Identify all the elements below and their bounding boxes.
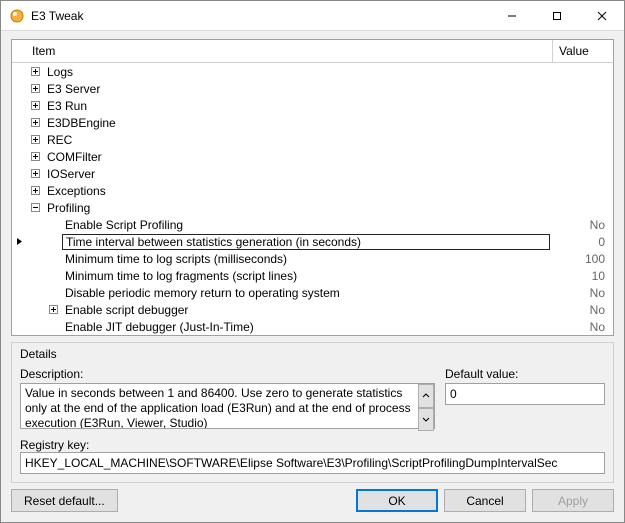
tree-header: Item Value bbox=[12, 40, 613, 63]
tree-item-value: 0 bbox=[553, 235, 613, 249]
expander-spacer bbox=[48, 219, 59, 230]
expand-icon[interactable] bbox=[30, 117, 41, 128]
expand-icon[interactable] bbox=[30, 168, 41, 179]
tree-item-label: Disable periodic memory return to operat… bbox=[63, 286, 553, 300]
tree-item-value: No bbox=[553, 286, 613, 300]
default-value-field[interactable] bbox=[445, 383, 605, 405]
app-window: E3 Tweak Item Value Logs E3 Server E3 Run E… bbox=[0, 0, 625, 523]
content-area: Item Value Logs E3 Server E3 Run E3DBEngine… bbox=[1, 31, 624, 522]
maximize-button[interactable] bbox=[534, 1, 579, 30]
expander-spacer bbox=[48, 236, 59, 247]
tree-item-value: 100 bbox=[553, 252, 613, 266]
window-title: E3 Tweak bbox=[31, 9, 489, 23]
tree-item-value: 10 bbox=[553, 269, 613, 283]
scroll-up-button[interactable] bbox=[418, 384, 434, 408]
collapse-icon[interactable] bbox=[30, 202, 41, 213]
tree-row[interactable]: Profiling bbox=[12, 199, 613, 216]
description-field[interactable] bbox=[20, 383, 435, 429]
tree-row[interactable]: E3 Server bbox=[12, 80, 613, 97]
tree-item-label: COMFilter bbox=[45, 150, 553, 164]
tree-item-label: Exceptions bbox=[45, 184, 553, 198]
tree-row[interactable]: Enable Script ProfilingNo bbox=[12, 216, 613, 233]
expand-icon[interactable] bbox=[30, 134, 41, 145]
cancel-button[interactable]: Cancel bbox=[444, 489, 526, 512]
expand-icon[interactable] bbox=[30, 100, 41, 111]
tree-item-label: Logs bbox=[45, 65, 553, 79]
tree-item-label: Enable Script Profiling bbox=[63, 218, 553, 232]
default-value-label: Default value: bbox=[445, 367, 605, 381]
details-title: Details bbox=[20, 347, 605, 361]
tree-row[interactable]: Exceptions bbox=[12, 182, 613, 199]
close-button[interactable] bbox=[579, 1, 624, 30]
tree-item-value: No bbox=[553, 218, 613, 232]
tree-item-label: REC bbox=[45, 133, 553, 147]
registry-key-field[interactable] bbox=[20, 452, 605, 474]
tree-row[interactable]: Disable periodic memory return to operat… bbox=[12, 284, 613, 301]
expander-spacer bbox=[48, 321, 59, 332]
expand-icon[interactable] bbox=[48, 304, 59, 315]
tree-row[interactable]: E3 Run bbox=[12, 97, 613, 114]
tree-row[interactable]: Minimum time to log fragments (script li… bbox=[12, 267, 613, 284]
tree-row[interactable]: Time interval between statistics generat… bbox=[12, 233, 613, 250]
description-scroll bbox=[418, 384, 434, 431]
description-label: Description: bbox=[20, 367, 435, 381]
tree-row[interactable]: Enable script debuggerNo bbox=[12, 301, 613, 318]
expander-spacer bbox=[48, 253, 59, 264]
column-header-item[interactable]: Item bbox=[12, 40, 553, 62]
tree-item-label: Enable JIT debugger (Just-In-Time) bbox=[63, 320, 553, 334]
tree-row[interactable]: Minimum time to log scripts (millisecond… bbox=[12, 250, 613, 267]
apply-button[interactable]: Apply bbox=[532, 489, 614, 512]
tree-item-label: Minimum time to log scripts (millisecond… bbox=[63, 252, 553, 266]
column-header-value[interactable]: Value bbox=[553, 40, 613, 62]
scroll-down-button[interactable] bbox=[418, 408, 434, 432]
minimize-button[interactable] bbox=[489, 1, 534, 30]
tree-item-value: No bbox=[553, 303, 613, 317]
tree-body[interactable]: Logs E3 Server E3 Run E3DBEngine REC COMFilte… bbox=[12, 63, 613, 335]
expand-icon[interactable] bbox=[30, 151, 41, 162]
tree-item-label: Time interval between statistics generat… bbox=[63, 235, 549, 249]
tree-item-label: E3DBEngine bbox=[45, 116, 553, 130]
registry-key-label: Registry key: bbox=[20, 438, 89, 452]
tree-item-label: E3 Server bbox=[45, 82, 553, 96]
tree-row[interactable]: Logs bbox=[12, 63, 613, 80]
tree-row[interactable]: Enable JIT debugger (Just-In-Time)No bbox=[12, 318, 613, 335]
ok-button[interactable]: OK bbox=[356, 489, 438, 512]
tree-row[interactable]: REC bbox=[12, 131, 613, 148]
settings-tree: Item Value Logs E3 Server E3 Run E3DBEngine… bbox=[11, 39, 614, 336]
tree-item-label: Enable script debugger bbox=[63, 303, 553, 317]
expander-spacer bbox=[48, 287, 59, 298]
tree-item-label: IOServer bbox=[45, 167, 553, 181]
titlebar: E3 Tweak bbox=[1, 1, 624, 31]
expander-spacer bbox=[48, 270, 59, 281]
tree-row[interactable]: COMFilter bbox=[12, 148, 613, 165]
tree-item-label: Profiling bbox=[45, 201, 553, 215]
tree-item-label: Minimum time to log fragments (script li… bbox=[63, 269, 553, 283]
button-bar: Reset default... OK Cancel Apply bbox=[11, 489, 614, 512]
row-pointer-icon bbox=[12, 237, 26, 246]
expand-icon[interactable] bbox=[30, 83, 41, 94]
app-icon bbox=[9, 8, 25, 24]
tree-item-value: No bbox=[553, 320, 613, 334]
expand-icon[interactable] bbox=[30, 66, 41, 77]
tree-item-label: E3 Run bbox=[45, 99, 553, 113]
tree-row[interactable]: E3DBEngine bbox=[12, 114, 613, 131]
details-group: Details Description: bbox=[11, 342, 614, 483]
expand-icon[interactable] bbox=[30, 185, 41, 196]
reset-default-button[interactable]: Reset default... bbox=[11, 489, 118, 512]
tree-row[interactable]: IOServer bbox=[12, 165, 613, 182]
